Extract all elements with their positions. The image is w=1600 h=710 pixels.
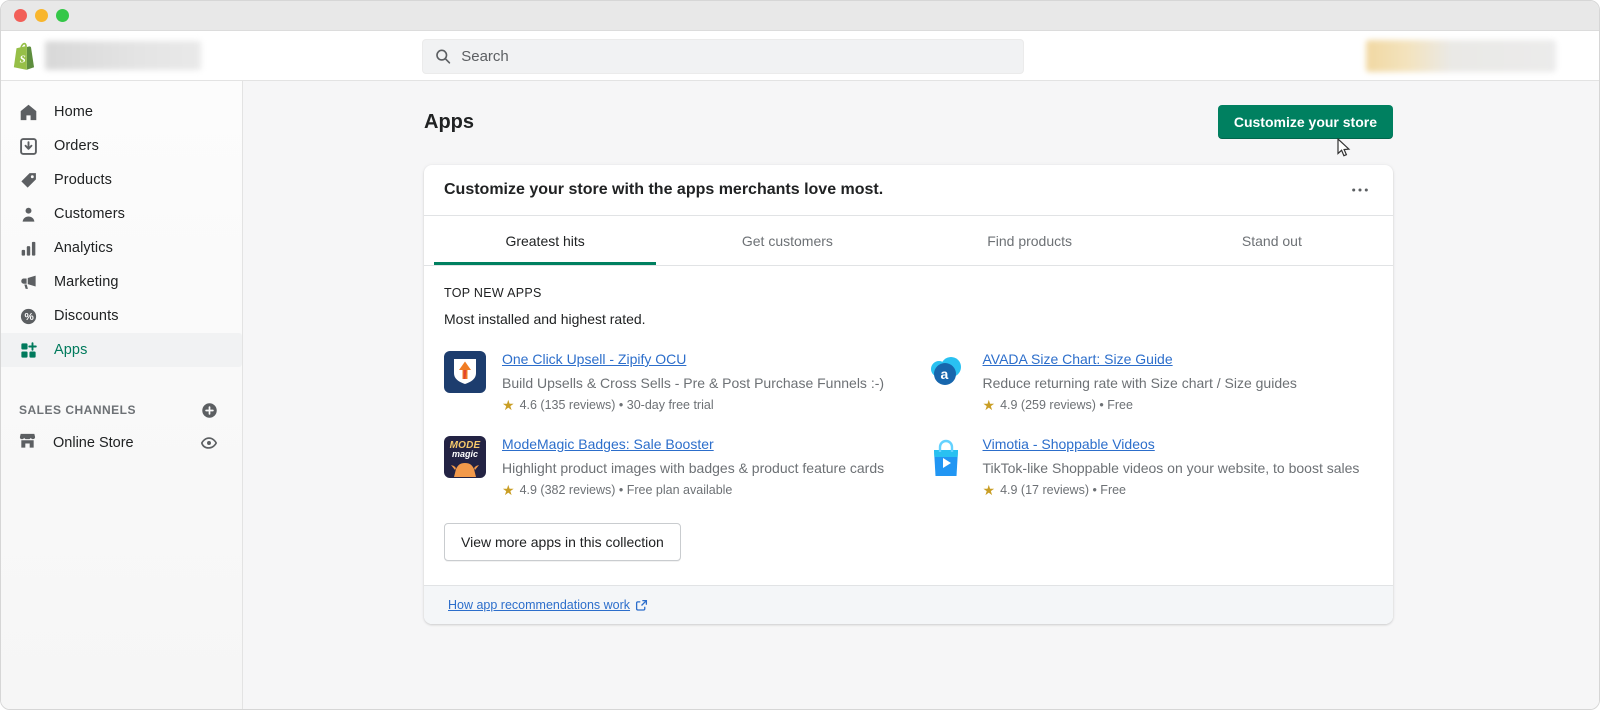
zipify-ocu-app-icon (444, 351, 486, 393)
sidebar-item-label: Home (54, 104, 94, 120)
titlebar (1, 1, 1599, 31)
search-bar[interactable] (422, 39, 1024, 74)
store-name-redacted (45, 41, 201, 70)
star-icon: ★ (982, 482, 996, 498)
sidebar-item-home[interactable]: Home (1, 95, 242, 129)
analytics-icon (18, 238, 38, 258)
app-rating: 4.9 (382 reviews) • Free plan available (519, 483, 733, 497)
sidebar-item-label: Customers (54, 206, 125, 222)
marketing-icon (18, 272, 38, 292)
how-recommendations-work-link[interactable]: How app recommendations work (448, 598, 648, 612)
preview-store-button[interactable] (200, 434, 218, 452)
app-description: Highlight product images with badges & p… (502, 460, 885, 476)
products-icon (18, 170, 38, 190)
tab-get-customers[interactable]: Get customers (666, 216, 908, 265)
shopify-logo: S (1, 41, 201, 71)
section-subtitle: Most installed and highest rated. (444, 311, 646, 327)
star-icon: ★ (982, 397, 996, 413)
shopify-bag-icon: S (13, 42, 35, 70)
app-listing: MODE magic ModeMagic Badges: Sale Booste… (444, 436, 893, 497)
app-listing: a AVADA Size Chart: Size Guide Reduce re… (924, 351, 1374, 413)
minimize-window-button[interactable] (35, 9, 48, 22)
apps-grid: One Click Upsell - Zipify OCU Build Upse… (444, 351, 1373, 497)
card-overflow-menu-button[interactable] (1347, 183, 1373, 197)
browser-window: S Home (0, 0, 1600, 710)
sidebar-item-label: Products (54, 172, 113, 188)
app-rating: 4.9 (17 reviews) • Free (1000, 483, 1127, 497)
app-listing: One Click Upsell - Zipify OCU Build Upse… (444, 351, 893, 412)
view-more-apps-button[interactable]: View more apps in this collection (444, 523, 681, 561)
customize-store-button[interactable]: Customize your store (1217, 105, 1393, 139)
svg-text:S: S (20, 53, 26, 65)
app-description: Build Upsells & Cross Sells - Pre & Post… (502, 375, 885, 391)
recommendations-card: Customize your store with the apps merch… (424, 165, 1393, 624)
card-footer: How app recommendations work (424, 585, 1393, 624)
tab-stand-out[interactable]: Stand out (1151, 216, 1393, 265)
close-window-button[interactable] (14, 9, 27, 22)
section-title: TOP NEW APPS (444, 286, 542, 300)
sidebar-item-label: Orders (54, 138, 99, 154)
sidebar-item-label: Analytics (54, 240, 113, 256)
vimotia-app-icon (924, 436, 967, 478)
sidebar-item-discounts[interactable]: % Discounts (1, 299, 242, 333)
external-link-icon (636, 599, 648, 611)
star-icon: ★ (502, 482, 515, 498)
search-icon (436, 49, 451, 64)
sidebar-item-label: Discounts (54, 308, 119, 324)
app-rating: 4.9 (259 reviews) • Free (1000, 398, 1133, 412)
sidebar-item-products[interactable]: Products (1, 163, 242, 197)
sidebar-item-customers[interactable]: Customers (1, 197, 242, 231)
modemagic-app-icon: MODE magic (444, 436, 486, 478)
discounts-icon: % (18, 306, 38, 326)
sidebar-item-label: Apps (54, 342, 88, 358)
plus-circle-icon (202, 402, 217, 418)
apps-icon (18, 340, 38, 360)
app-link[interactable]: AVADA Size Chart: Size Guide (983, 351, 1173, 367)
svg-text:a: a (940, 366, 948, 382)
ellipsis-icon (1352, 188, 1368, 192)
card-title: Customize your store with the apps merch… (444, 181, 884, 198)
tab-greatest-hits[interactable]: Greatest hits (424, 216, 666, 265)
sidebar-item-orders[interactable]: Orders (1, 129, 242, 163)
sidebar-item-apps[interactable]: Apps (1, 333, 242, 367)
tab-bar: Greatest hits Get customers Find product… (424, 216, 1393, 266)
user-account-redacted (1366, 40, 1556, 72)
modemagic-logo-text: magic (451, 449, 478, 459)
svg-text:%: % (24, 312, 33, 323)
search-input[interactable] (461, 48, 1011, 65)
app-listing: Vimotia - Shoppable Videos TikTok-like S… (924, 436, 1374, 498)
eye-icon (200, 437, 218, 449)
app-link[interactable]: ModeMagic Badges: Sale Booster (502, 436, 714, 452)
tab-find-products[interactable]: Find products (909, 216, 1151, 265)
star-icon: ★ (502, 397, 515, 413)
sidebar-item-marketing[interactable]: Marketing (1, 265, 242, 299)
avada-app-icon: a (924, 351, 967, 393)
sidebar-item-online-store[interactable]: Online Store (1, 425, 242, 461)
app-description: Reduce returning rate with Size chart / … (982, 375, 1297, 391)
storefront-icon (18, 431, 37, 455)
zoom-window-button[interactable] (56, 9, 69, 22)
sales-channels-header: SALES CHANNELS (1, 395, 242, 425)
sidebar: Home Orders Products Customers Analytics… (1, 81, 243, 709)
app-header: S (1, 31, 1599, 81)
sidebar-item-label: Marketing (54, 274, 119, 290)
sales-channels-label: SALES CHANNELS (19, 403, 137, 417)
sidebar-item-analytics[interactable]: Analytics (1, 231, 242, 265)
page-title: Apps (424, 110, 474, 133)
home-icon (18, 102, 38, 122)
app-rating: 4.6 (135 reviews) • 30-day free trial (519, 398, 714, 412)
app-description: TikTok-like Shoppable videos on your web… (982, 460, 1360, 476)
app-link[interactable]: One Click Upsell - Zipify OCU (502, 351, 686, 367)
footer-link-label: How app recommendations work (448, 598, 631, 612)
orders-icon (18, 136, 38, 156)
app-link[interactable]: Vimotia - Shoppable Videos (983, 436, 1155, 452)
add-sales-channel-button[interactable] (201, 402, 218, 419)
customers-icon (18, 204, 38, 224)
main-content: Apps Customize your store Customize your… (243, 81, 1599, 709)
channel-label: Online Store (53, 435, 134, 451)
